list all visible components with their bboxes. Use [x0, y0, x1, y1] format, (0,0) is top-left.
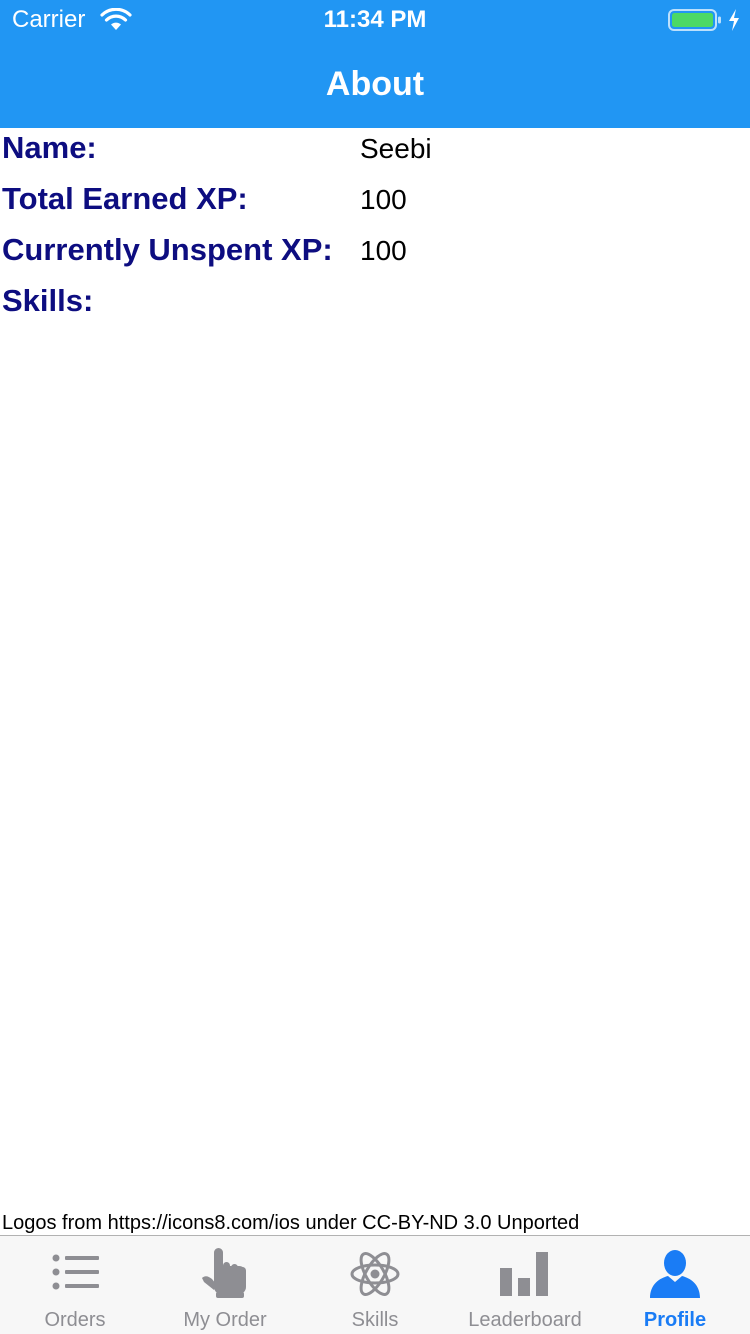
tab-leaderboard-label: Leaderboard	[468, 1309, 582, 1331]
status-bar: Carrier 11:34 PM	[0, 0, 750, 40]
tab-orders-label: Orders	[44, 1309, 106, 1331]
tab-skills[interactable]: Skills	[300, 1236, 450, 1334]
tab-skills-label: Skills	[351, 1309, 399, 1331]
pointing-hand-icon	[202, 1248, 246, 1298]
bar-chart-icon	[500, 1252, 548, 1296]
tab-orders[interactable]: Orders	[0, 1236, 150, 1334]
screen: Carrier 11:34 PM About Name: Seebi Total…	[0, 0, 750, 1334]
icons-credit: Logos from https://icons8.com/ios under …	[2, 1212, 580, 1234]
user-icon	[650, 1250, 700, 1298]
status-time: 11:34 PM	[323, 6, 427, 33]
unspent-xp-label: Currently Unspent XP:	[2, 232, 333, 267]
unspent-xp-row: Currently Unspent XP: 100	[0, 230, 750, 280]
list-icon	[52, 1254, 99, 1290]
skills-label: Skills:	[2, 283, 94, 318]
charging-bolt-icon	[729, 9, 739, 31]
total-xp-label: Total Earned XP:	[2, 181, 248, 216]
tab-profile[interactable]: Profile	[600, 1236, 750, 1334]
name-row: Name: Seebi	[0, 128, 750, 178]
unspent-xp-value: 100	[360, 235, 407, 266]
skills-row: Skills:	[0, 281, 750, 331]
name-label: Name:	[2, 130, 97, 165]
tab-leaderboard[interactable]: Leaderboard	[450, 1236, 600, 1334]
total-xp-row: Total Earned XP: 100	[0, 179, 750, 229]
tab-bar: Orders My Order Skills Leaderboard Profi…	[0, 1235, 750, 1334]
battery-icon	[668, 9, 721, 31]
name-value: Seebi	[360, 133, 432, 164]
page-title: About	[325, 65, 425, 103]
header: Carrier 11:34 PM About	[0, 0, 750, 128]
tab-my-order[interactable]: My Order	[150, 1236, 300, 1334]
atom-icon	[350, 1252, 400, 1296]
tab-my-order-label: My Order	[183, 1309, 267, 1331]
total-xp-value: 100	[360, 184, 407, 215]
tab-profile-label: Profile	[643, 1309, 707, 1331]
